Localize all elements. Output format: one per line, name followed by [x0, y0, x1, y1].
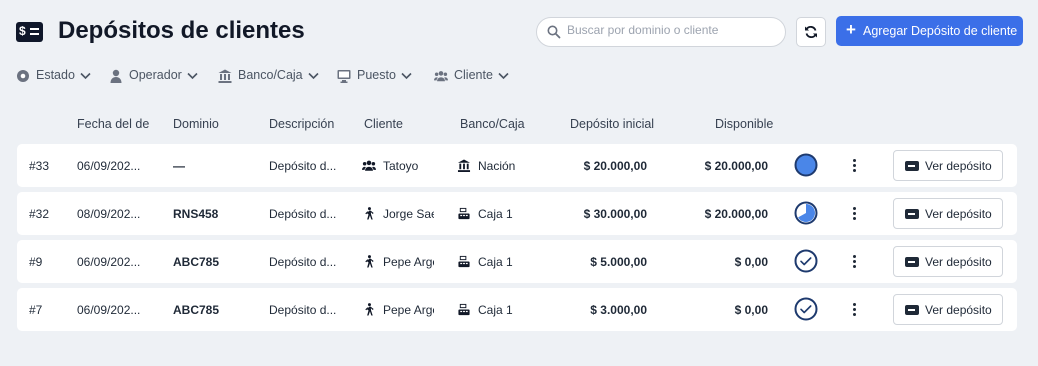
deposit-bank: Nación [457, 159, 515, 173]
deposit-date: 06/09/202... [77, 255, 141, 269]
money-icon [905, 257, 919, 267]
chevron-down-icon [401, 72, 412, 79]
deposit-initial-amount: $ 3.000,00 [590, 303, 647, 317]
add-deposit-button[interactable]: + Agregar Depósito de cliente [836, 16, 1023, 46]
more-options-icon[interactable] [853, 207, 857, 222]
cash-register-icon [458, 207, 470, 220]
filter-cliente[interactable]: Cliente [434, 68, 509, 83]
deposit-initial-amount: $ 5.000,00 [590, 255, 647, 269]
plus-icon: + [846, 20, 856, 39]
pie-progress-icon [794, 201, 818, 225]
view-deposit-button[interactable]: Ver depósito [893, 294, 1003, 325]
deposit-id: #32 [29, 207, 50, 221]
page-header: $ Depósitos de clientes + Agregar Depósi… [0, 0, 1038, 62]
monitor-icon [337, 69, 351, 83]
walking-person-icon [365, 255, 374, 268]
column-header-descripcion[interactable]: Descripción [269, 117, 334, 131]
deposit-initial-amount: $ 30.000,00 [583, 207, 647, 221]
walking-person-icon [365, 303, 374, 316]
cash-register-icon [458, 303, 470, 316]
deposit-date: 08/09/202... [77, 207, 141, 221]
filter-puesto[interactable]: Puesto [337, 68, 412, 83]
deposit-client: Pepe Arger [362, 303, 434, 317]
search-box[interactable] [536, 17, 786, 47]
filter-banco-caja[interactable]: Banco/Caja [218, 68, 319, 83]
deposit-available-amount: $ 0,00 [734, 303, 768, 317]
deposit-initial-amount: $ 20.000,00 [583, 159, 647, 173]
filter-estado[interactable]: Estado [16, 68, 91, 83]
page-title: Depósitos de clientes [58, 17, 305, 44]
money-icon [905, 209, 919, 219]
bank-icon [457, 159, 471, 172]
more-options-icon[interactable] [853, 159, 857, 174]
deposit-bank: Caja 1 [457, 303, 513, 317]
more-options-icon[interactable] [853, 303, 857, 318]
money-icon [905, 305, 919, 315]
walking-person-icon [365, 207, 374, 220]
column-header-deposito-inicial[interactable]: Depósito inicial [570, 117, 654, 131]
bank-icon [218, 69, 232, 83]
deposit-id: #7 [29, 303, 43, 317]
more-options-icon[interactable] [853, 255, 857, 270]
check-circle-icon [794, 249, 818, 273]
chevron-down-icon [187, 72, 198, 79]
deposit-description: Depósito d... [269, 255, 337, 269]
deposit-id: #33 [29, 159, 50, 173]
table-row[interactable]: #9 06/09/202... ABC785 Depósito d... Pep… [17, 240, 1017, 283]
deposit-description: Depósito d... [269, 303, 337, 317]
search-icon [547, 25, 561, 39]
money-icon [905, 161, 919, 171]
deposit-client: Jorge Saen [362, 207, 434, 221]
filter-operador[interactable]: Operador [109, 68, 198, 83]
column-header-cliente[interactable]: Cliente [364, 117, 403, 131]
chevron-down-icon [80, 72, 91, 79]
check-circle-icon [794, 297, 818, 321]
deposit-date: 06/09/202... [77, 159, 141, 173]
column-header-disponible[interactable]: Disponible [715, 117, 773, 131]
deposit-available-amount: $ 0,00 [734, 255, 768, 269]
circle-dot-icon [17, 69, 29, 82]
search-input[interactable] [567, 23, 772, 37]
column-header-dominio[interactable]: Dominio [173, 117, 219, 131]
cash-register-icon [458, 255, 470, 268]
deposit-client: Tatoyo [362, 159, 434, 173]
view-deposit-button[interactable]: Ver depósito [893, 150, 1003, 181]
deposit-id: #9 [29, 255, 43, 269]
column-header-banco-caja[interactable]: Banco/Caja [460, 117, 525, 131]
deposit-description: Depósito d... [269, 207, 337, 221]
deposit-description: Depósito d... [269, 159, 337, 173]
column-header-fecha[interactable]: Fecha del dep [77, 117, 149, 131]
chevron-down-icon [308, 72, 319, 79]
table-row[interactable]: #33 06/09/202... — Depósito d... Tatoyo … [17, 144, 1017, 187]
users-icon [362, 160, 376, 171]
chevron-down-icon [498, 72, 509, 79]
deposit-domain: ABC785 [173, 255, 220, 269]
table-row[interactable]: #32 08/09/202... RNS458 Depósito d... Jo… [17, 192, 1017, 235]
deposit-date: 06/09/202... [77, 303, 141, 317]
deposit-client: Pepe Arger [362, 255, 434, 269]
refresh-button[interactable] [796, 17, 826, 47]
full-balance-icon [794, 153, 818, 177]
deposit-bank: Caja 1 [457, 255, 513, 269]
deposit-domain: ABC785 [173, 303, 220, 317]
deposit-domain: RNS458 [173, 207, 219, 221]
view-deposit-button[interactable]: Ver depósito [893, 198, 1003, 229]
table-row[interactable]: #7 06/09/202... ABC785 Depósito d... Pep… [17, 288, 1017, 331]
user-icon [110, 69, 122, 83]
deposit-available-amount: $ 20.000,00 [704, 207, 768, 221]
deposit-bank: Caja 1 [457, 207, 513, 221]
refresh-icon [805, 25, 817, 39]
deposit-available-amount: $ 20.000,00 [704, 159, 768, 173]
view-deposit-button[interactable]: Ver depósito [893, 246, 1003, 277]
money-icon: $ [16, 22, 43, 42]
deposit-domain: — [173, 159, 185, 173]
users-icon [434, 70, 448, 81]
